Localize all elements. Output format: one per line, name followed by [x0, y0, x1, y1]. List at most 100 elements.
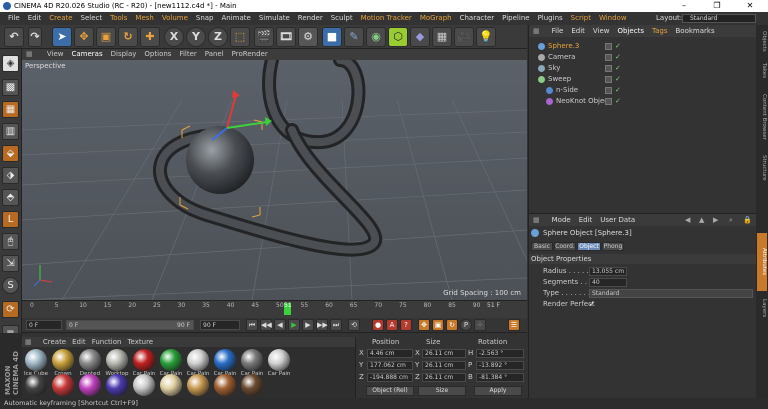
- menu-mesh[interactable]: Mesh: [131, 12, 157, 25]
- tab-coord[interactable]: Coord.: [554, 242, 576, 251]
- close-button[interactable]: ✕: [736, 0, 764, 12]
- attr-menu-user-data[interactable]: User Data: [596, 214, 639, 226]
- object-enabled-check[interactable]: ✓: [615, 52, 621, 63]
- floor-icon[interactable]: ▦: [432, 27, 452, 47]
- side-tab-objects[interactable]: Objects: [757, 27, 767, 55]
- attr-menu-mode[interactable]: Mode: [548, 214, 575, 226]
- viewport-menu-options[interactable]: Options: [140, 49, 175, 60]
- play-icon[interactable]: ▶: [288, 319, 300, 331]
- side-tab-takes[interactable]: Takes: [757, 59, 767, 83]
- menu-render[interactable]: Render: [294, 12, 327, 25]
- menu-select[interactable]: Select: [77, 12, 107, 25]
- menu-mograph[interactable]: MoGraph: [416, 12, 456, 25]
- object-row[interactable]: Sweep ✓: [529, 74, 757, 85]
- prev-frame-icon[interactable]: ◀: [274, 319, 286, 331]
- rotation-key-icon[interactable]: ↻: [446, 319, 458, 331]
- viewport-menu-filter[interactable]: Filter: [175, 49, 200, 60]
- timeline-window-icon[interactable]: ☰: [508, 319, 520, 331]
- objmgr-menu-view[interactable]: View: [589, 25, 614, 37]
- object-enabled-check[interactable]: ✓: [615, 41, 621, 52]
- material-menu-create[interactable]: Create: [40, 337, 69, 347]
- object-visibility-flag[interactable]: [605, 76, 612, 83]
- coordinate-system-icon[interactable]: ⬚: [230, 27, 250, 47]
- coord-mode-select[interactable]: Object (Rel): [366, 386, 414, 396]
- create-icon[interactable]: ✚: [140, 27, 160, 47]
- point-level-key-icon[interactable]: ⁘: [474, 319, 486, 331]
- texture-mode-icon[interactable]: ▦: [2, 101, 19, 118]
- object-enabled-check[interactable]: ✓: [615, 63, 621, 74]
- side-tab-layers[interactable]: Layers: [757, 295, 767, 321]
- position-field-y[interactable]: 177.062 cm: [367, 361, 413, 370]
- nav-back-icon[interactable]: ◀: [681, 214, 694, 226]
- keyframe-selection-icon[interactable]: ?: [400, 319, 412, 331]
- side-tab-structure[interactable]: Structure: [757, 151, 767, 185]
- tab-basic[interactable]: Basic: [531, 242, 553, 251]
- viewport-menu-prorender[interactable]: ProRender: [228, 49, 272, 60]
- menu-character[interactable]: Character: [456, 12, 499, 25]
- attr-prop-value[interactable]: 40: [589, 278, 627, 287]
- object-visibility-flag[interactable]: [605, 98, 612, 105]
- material-swatch[interactable]: [78, 374, 102, 396]
- workplane-lock-icon[interactable]: ⟳: [2, 301, 19, 318]
- array-icon[interactable]: ⬡: [388, 27, 408, 47]
- size-field-y[interactable]: 26.11 cm: [422, 361, 466, 370]
- tab-phong[interactable]: Phong: [602, 242, 624, 251]
- make-editable-icon[interactable]: ◈: [2, 55, 19, 72]
- model-mode-icon[interactable]: ▩: [2, 79, 19, 96]
- material-menu-function[interactable]: Function: [89, 337, 125, 347]
- scale-key-icon[interactable]: ▣: [432, 319, 444, 331]
- object-visibility-flag[interactable]: [605, 87, 612, 94]
- menu-sculpt[interactable]: Sculpt: [327, 12, 357, 25]
- render-settings-icon[interactable]: ⚙: [298, 27, 318, 47]
- position-key-icon[interactable]: ✥: [418, 319, 430, 331]
- material-swatch[interactable]: [105, 374, 129, 396]
- objmgr-menu-objects[interactable]: Objects: [614, 25, 648, 37]
- material-menu-edit[interactable]: Edit: [69, 337, 89, 347]
- pen-icon[interactable]: ✎: [344, 27, 364, 47]
- points-mode-icon[interactable]: ⬙: [2, 145, 19, 162]
- attr-prop-value[interactable]: 13.055 cm: [589, 267, 627, 276]
- apply-button[interactable]: Apply: [474, 386, 522, 396]
- material-swatch[interactable]: [132, 374, 156, 396]
- parameter-key-icon[interactable]: P: [460, 319, 472, 331]
- material-menu-texture[interactable]: Texture: [124, 337, 156, 347]
- material-swatch[interactable]: [240, 374, 264, 396]
- coord-size-mode-select[interactable]: Size: [418, 386, 466, 396]
- redo-icon[interactable]: ↷: [28, 27, 42, 47]
- tab-object[interactable]: Object: [577, 242, 601, 251]
- cube-icon[interactable]: ■: [322, 27, 342, 47]
- size-field-x[interactable]: 26.11 cm: [422, 349, 466, 358]
- edges-mode-icon[interactable]: ⬗: [2, 167, 19, 184]
- rotation-field-h[interactable]: -2.563 °: [476, 349, 524, 358]
- perspective-viewport[interactable]: Perspective Grid Spacing : 100 cm: [22, 60, 527, 300]
- render-view-icon[interactable]: 🎬: [254, 27, 274, 47]
- render-picture-viewer-icon[interactable]: 🎞: [276, 27, 296, 47]
- nav-forward-icon[interactable]: ▶: [709, 214, 722, 226]
- menu-pipeline[interactable]: Pipeline: [498, 12, 533, 25]
- x-axis-icon[interactable]: X: [164, 27, 184, 47]
- next-frame-icon[interactable]: ▶: [302, 319, 314, 331]
- objmgr-menu-edit[interactable]: Edit: [567, 25, 589, 37]
- menu-tools[interactable]: Tools: [106, 12, 131, 25]
- object-row[interactable]: Camera ✓: [529, 52, 757, 63]
- viewport-menu-panel[interactable]: Panel: [201, 49, 228, 60]
- nav-up-icon[interactable]: ▲: [695, 214, 708, 226]
- objmgr-menu-tags[interactable]: Tags: [648, 25, 672, 37]
- position-field-z[interactable]: -194.888 cm: [367, 373, 413, 382]
- sphere-object[interactable]: [186, 126, 254, 194]
- material-swatch[interactable]: Car Pain: [267, 349, 291, 378]
- material-swatch[interactable]: [51, 374, 75, 396]
- axis-mode-icon[interactable]: L: [2, 211, 19, 228]
- preview-range-slider[interactable]: 0 F 90 F: [66, 320, 194, 330]
- next-key-icon[interactable]: ▶▶: [316, 319, 328, 331]
- deformer-icon[interactable]: ◆: [410, 27, 430, 47]
- size-field-z[interactable]: 26.11 cm: [422, 373, 466, 382]
- attr-prop-value[interactable]: ✓: [589, 300, 595, 308]
- object-enabled-check[interactable]: ✓: [615, 96, 621, 107]
- undo-icon[interactable]: ↶: [4, 27, 24, 47]
- tweak-mode-icon[interactable]: 🖰: [2, 233, 19, 250]
- objmgr-menu-file[interactable]: File: [548, 25, 568, 37]
- solo-icon[interactable]: S: [2, 277, 19, 294]
- minimize-button[interactable]: –: [670, 0, 698, 12]
- menu-create[interactable]: Create: [45, 12, 76, 25]
